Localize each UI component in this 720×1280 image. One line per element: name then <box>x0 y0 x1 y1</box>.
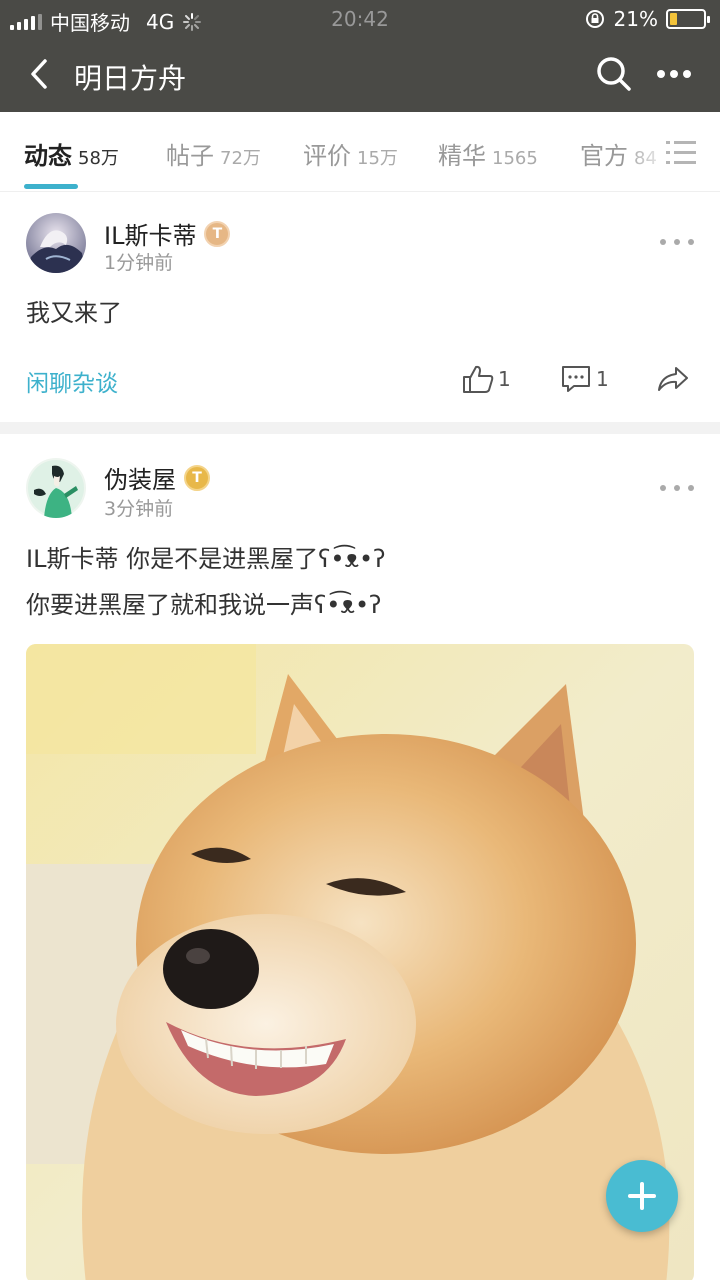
post-text-line: 你要进黑屋了就和我说一声ʕ•͡ᴥ•ʔ <box>26 591 382 619</box>
tab-label: 动态 <box>24 142 72 170</box>
status-bar: 中国移动 4G 20:42 21% <box>0 0 720 38</box>
tab-label: 官方 <box>580 142 628 170</box>
avatar[interactable] <box>26 458 86 518</box>
dot <box>674 485 680 491</box>
avatar-image <box>26 213 86 273</box>
post-author[interactable]: IL斯卡蒂 T <box>104 216 231 251</box>
category-tabs: 动态 58万 帖子 72万 评价 15万 精华 1565 官方 84 <box>0 112 720 192</box>
thumbs-up-icon <box>463 365 494 393</box>
search-button[interactable] <box>594 54 634 94</box>
avatar-image <box>26 458 86 518</box>
tab-label: 评价 <box>303 142 351 170</box>
post-time: 1分钟前 <box>104 252 174 274</box>
tab-count: 15万 <box>357 148 398 169</box>
level-badge: T <box>184 464 210 491</box>
tab-reviews[interactable]: 评价 15万 <box>303 136 398 171</box>
search-icon <box>597 57 631 91</box>
post-card[interactable]: IL斯卡蒂 T 1分钟前 我又来了 闲聊杂谈 1 1 <box>0 192 720 422</box>
avatar[interactable] <box>26 213 86 273</box>
page-title: 明日方舟 <box>74 62 187 95</box>
level-badge: T <box>204 220 231 247</box>
list-menu-icon[interactable] <box>666 140 696 166</box>
post-category-tag[interactable]: 闲聊杂谈 <box>26 364 118 398</box>
post-more-button[interactable] <box>660 478 694 498</box>
battery-percent: 21% <box>613 7 658 31</box>
comment-button[interactable]: 1 <box>560 364 609 394</box>
more-options-button[interactable] <box>652 54 696 94</box>
create-post-button[interactable] <box>606 1160 678 1232</box>
dog-photo <box>26 644 694 1280</box>
dot <box>688 485 694 491</box>
tab-dynamics[interactable]: 动态 58万 <box>24 136 119 171</box>
back-button[interactable] <box>22 54 56 94</box>
author-name: 伪装屋 <box>104 466 176 494</box>
post-text: IL斯卡蒂 你是不是进黑屋了ʕ•͡ᴥ•ʔ 你要进黑屋了就和我说一声ʕ•͡ᴥ•ʔ <box>26 536 385 628</box>
active-tab-indicator <box>24 184 78 189</box>
battery-icon <box>666 9 710 29</box>
dot <box>660 239 666 245</box>
dot <box>688 239 694 245</box>
post-author[interactable]: 伪装屋 T <box>104 460 210 495</box>
tab-count: 58万 <box>78 148 119 169</box>
tab-count: 72万 <box>220 148 261 169</box>
post-text: 我又来了 <box>26 299 122 327</box>
tab-label: 帖子 <box>166 142 214 170</box>
tab-label: 精华 <box>438 142 486 170</box>
plus-icon <box>628 1182 656 1210</box>
top-navigation-bar: 明日方舟 <box>0 38 720 112</box>
rotation-lock-icon <box>585 10 604 28</box>
chevron-left-icon <box>31 59 47 89</box>
like-button[interactable]: 1 <box>462 364 511 394</box>
post-time: 3分钟前 <box>104 498 174 520</box>
share-icon <box>658 367 688 391</box>
tab-featured[interactable]: 精华 1565 <box>438 136 538 171</box>
dot <box>674 239 680 245</box>
more-horizontal-icon <box>657 70 691 78</box>
post-more-button[interactable] <box>660 232 694 252</box>
like-count: 1 <box>498 367 511 391</box>
dot <box>660 485 666 491</box>
author-name: IL斯卡蒂 <box>104 222 197 250</box>
share-button[interactable] <box>656 364 690 394</box>
comment-icon <box>562 366 590 392</box>
comment-count: 1 <box>596 367 609 391</box>
post-image[interactable] <box>26 644 694 1280</box>
tab-count: 1565 <box>492 148 538 169</box>
tab-posts[interactable]: 帖子 72万 <box>166 136 261 171</box>
post-divider <box>0 422 720 434</box>
post-text-line: IL斯卡蒂 你是不是进黑屋了ʕ•͡ᴥ•ʔ <box>26 545 386 573</box>
